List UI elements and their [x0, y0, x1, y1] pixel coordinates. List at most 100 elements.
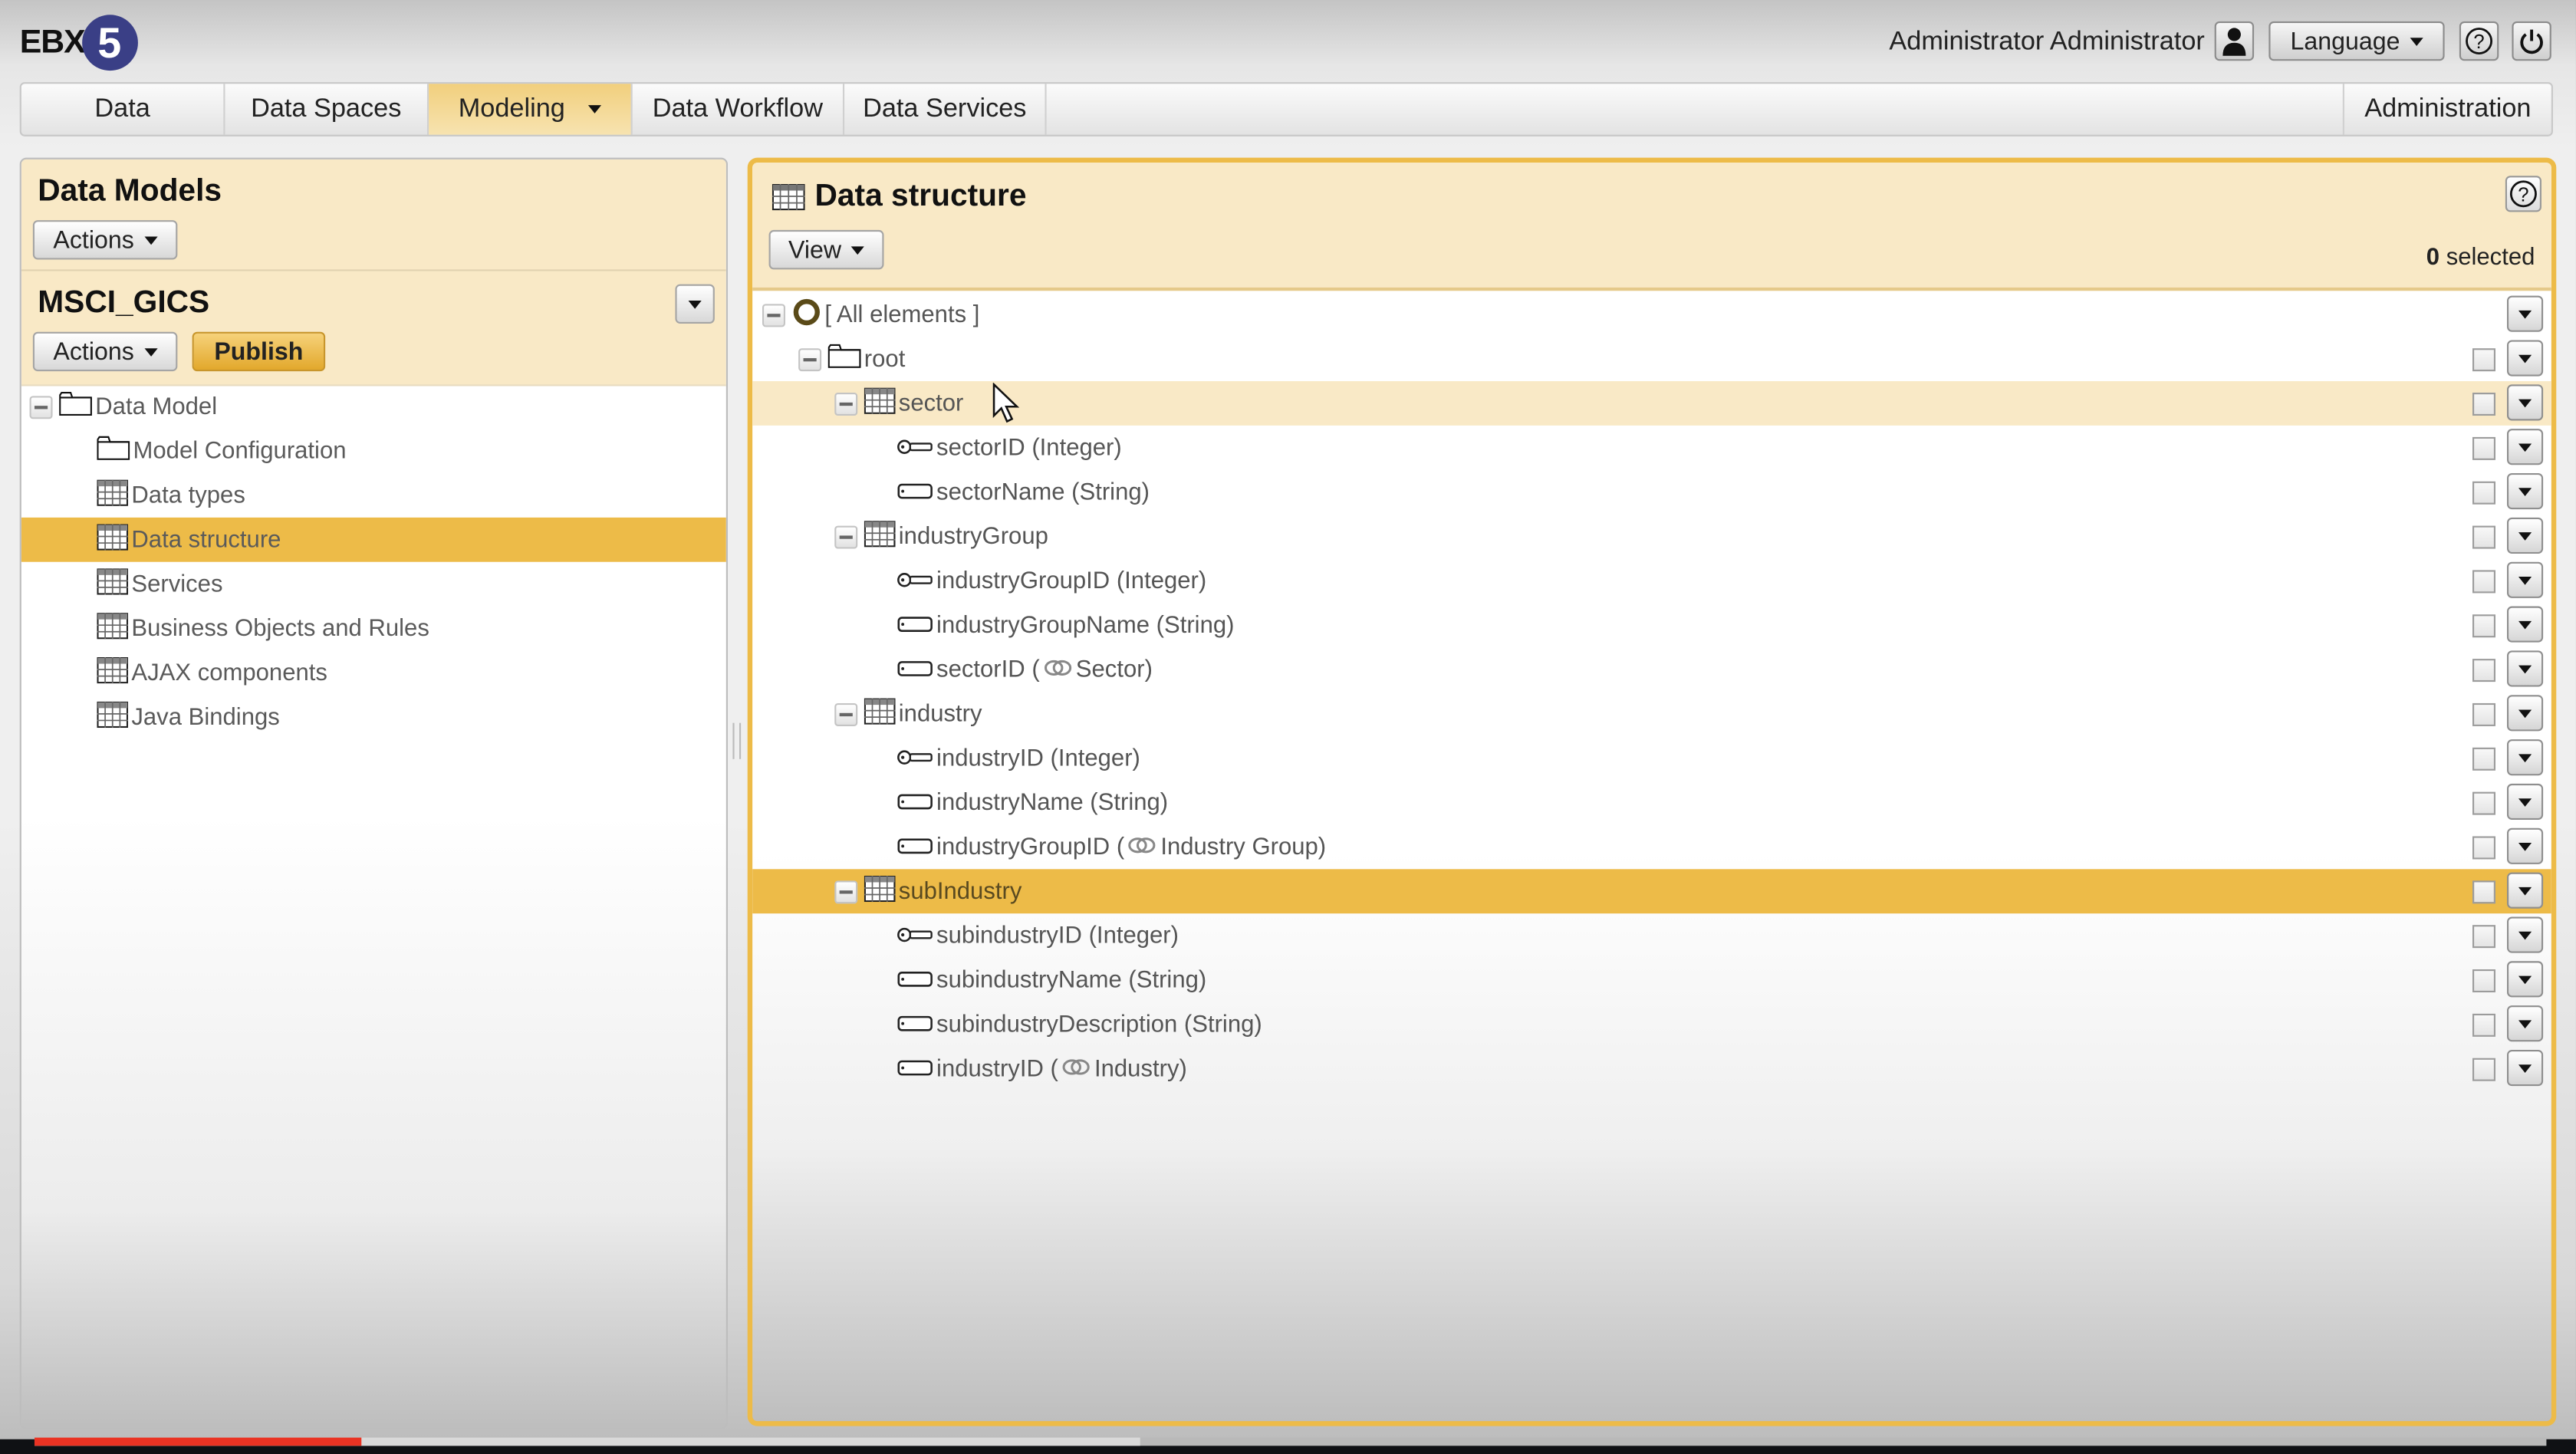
node-menu-button[interactable] — [2506, 650, 2544, 687]
node-checkbox[interactable] — [2472, 791, 2496, 815]
structure-node-industrygroupid-industry-group[interactable]: industryGroupID (Industry Group) — [752, 824, 2551, 869]
key-icon — [897, 923, 933, 949]
structure-node-sectorid-integer[interactable]: sectorID (Integer) — [752, 426, 2551, 470]
tree-item-data-types[interactable]: Data types — [21, 473, 726, 518]
collapse-toggle[interactable] — [834, 702, 858, 725]
publish-button[interactable]: Publish — [192, 331, 326, 372]
structure-node-industrygroupid-integer[interactable]: industryGroupID (Integer) — [752, 558, 2551, 603]
structure-node-sector[interactable]: sector — [752, 381, 2551, 426]
nav-tab-modeling[interactable]: Modeling — [429, 84, 633, 135]
structure-node-all-elements[interactable]: [ All elements ] — [752, 292, 2551, 337]
node-checkbox[interactable] — [2472, 747, 2496, 771]
model-menu-button[interactable] — [675, 284, 715, 324]
nav-tab-data[interactable]: Data — [21, 84, 225, 135]
collapse-toggle[interactable] — [834, 525, 858, 548]
structure-node-subindustry[interactable]: subIndustry — [752, 869, 2551, 914]
structure-node-industrygroup[interactable]: industryGroup — [752, 515, 2551, 559]
nav-tab-data-workflow[interactable]: Data Workflow — [633, 84, 845, 135]
link-icon — [1061, 1055, 1091, 1081]
ebx5-logo[interactable]: EBX 5 — [20, 10, 138, 76]
node-label: industryGroupName (String) — [936, 612, 1235, 639]
collapse-toggle[interactable] — [834, 391, 858, 415]
actions-button[interactable]: Actions — [32, 220, 178, 260]
tree-item-data-model[interactable]: Data Model — [21, 384, 726, 429]
node-checkbox[interactable] — [2472, 348, 2496, 372]
node-menu-button[interactable] — [2506, 429, 2544, 465]
node-checkbox[interactable] — [2472, 659, 2496, 683]
folder-icon — [97, 436, 130, 467]
node-checkbox[interactable] — [2472, 481, 2496, 505]
node-menu-button[interactable] — [2506, 916, 2544, 953]
collapse-toggle[interactable] — [762, 303, 785, 327]
chevron-down-icon — [143, 235, 157, 245]
node-menu-button[interactable] — [2506, 517, 2544, 554]
node-checkbox[interactable] — [2472, 969, 2496, 993]
structure-node-industryid-industry[interactable]: industryID (Industry) — [752, 1047, 2551, 1091]
structure-node-subindustryid-integer[interactable]: subindustryID (Integer) — [752, 913, 2551, 958]
structure-node-industrygroupname-string[interactable]: industryGroupName (String) — [752, 603, 2551, 647]
node-checkbox[interactable] — [2472, 393, 2496, 416]
chevron-down-icon[interactable] — [587, 105, 601, 113]
node-checkbox[interactable] — [2472, 702, 2496, 726]
node-menu-button[interactable] — [2506, 1005, 2544, 1042]
tree-item-services[interactable]: Services — [21, 562, 726, 607]
node-menu-button[interactable] — [2506, 739, 2544, 776]
structure-node-root[interactable]: root — [752, 337, 2551, 381]
structure-node-subindustrydescription-string[interactable]: subindustryDescription (String) — [752, 1002, 2551, 1047]
collapse-toggle[interactable] — [834, 880, 858, 903]
node-menu-button[interactable] — [2506, 695, 2544, 732]
collapse-toggle[interactable] — [798, 347, 822, 371]
help-button[interactable]: ? — [2459, 21, 2499, 61]
node-menu-button[interactable] — [2506, 783, 2544, 821]
user-profile-button[interactable] — [2214, 21, 2255, 61]
node-checkbox[interactable] — [2472, 614, 2496, 638]
node-menu-button[interactable] — [2506, 561, 2544, 598]
structure-node-industryid-integer[interactable]: industryID (Integer) — [752, 736, 2551, 781]
node-menu-button[interactable] — [2506, 1049, 2544, 1087]
selected-count-label: selected — [2446, 245, 2535, 271]
node-menu-button[interactable] — [2506, 961, 2544, 998]
collapse-toggle[interactable] — [29, 395, 53, 419]
structure-node-sectorname-string[interactable]: sectorName (String) — [752, 470, 2551, 515]
structure-node-sectorid-sector[interactable]: sectorID (Sector) — [752, 647, 2551, 692]
actions-label: Actions — [53, 225, 134, 255]
logout-button[interactable] — [2512, 21, 2551, 61]
node-checkbox[interactable] — [2472, 525, 2496, 549]
node-checkbox[interactable] — [2472, 570, 2496, 594]
tree-item-data-structure[interactable]: Data structure — [21, 517, 726, 562]
node-checkbox[interactable] — [2472, 836, 2496, 860]
node-menu-button[interactable] — [2506, 473, 2544, 510]
nav-tab-data-spaces[interactable]: Data Spaces — [225, 84, 429, 135]
structure-node-industry[interactable]: industry — [752, 692, 2551, 736]
tree-item-model-configuration[interactable]: Model Configuration — [21, 429, 726, 473]
structure-node-industryname-string[interactable]: industryName (String) — [752, 781, 2551, 825]
tree-item-label: Data structure — [131, 526, 281, 553]
node-label: [ All elements ] — [824, 301, 980, 328]
model-actions-button[interactable]: Actions — [32, 331, 178, 372]
field-icon — [897, 834, 933, 860]
node-menu-button[interactable] — [2506, 827, 2544, 864]
panel-splitter-handle[interactable] — [732, 722, 742, 759]
node-checkbox[interactable] — [2472, 436, 2496, 460]
node-checkbox[interactable] — [2472, 1058, 2496, 1081]
tree-item-java-bindings[interactable]: Java Bindings — [21, 695, 726, 739]
structure-node-subindustryname-string[interactable]: subindustryName (String) — [752, 958, 2551, 1002]
node-menu-button[interactable] — [2506, 384, 2544, 421]
language-dropdown[interactable]: Language — [2268, 21, 2445, 61]
node-menu-button[interactable] — [2506, 340, 2544, 377]
nav-tab-administration[interactable]: Administration — [2344, 84, 2551, 134]
nav-tab-data-services[interactable]: Data Services — [844, 84, 1047, 135]
node-checkbox[interactable] — [2472, 1013, 2496, 1037]
node-checkbox[interactable] — [2472, 880, 2496, 904]
video-played-bar[interactable] — [34, 1437, 361, 1446]
node-checkbox[interactable] — [2472, 925, 2496, 949]
panel-help-button[interactable]: ? — [2505, 176, 2541, 212]
tree-item-business-objects-and-rules[interactable]: Business Objects and Rules — [21, 607, 726, 651]
node-menu-button[interactable] — [2506, 295, 2544, 332]
view-dropdown-button[interactable]: View — [768, 229, 884, 270]
tree-item-ajax-components[interactable]: AJAX components — [21, 650, 726, 695]
node-menu-button[interactable] — [2506, 606, 2544, 643]
field-icon — [897, 967, 933, 993]
node-menu-button[interactable] — [2506, 872, 2544, 909]
svg-text:?: ? — [2518, 184, 2528, 206]
